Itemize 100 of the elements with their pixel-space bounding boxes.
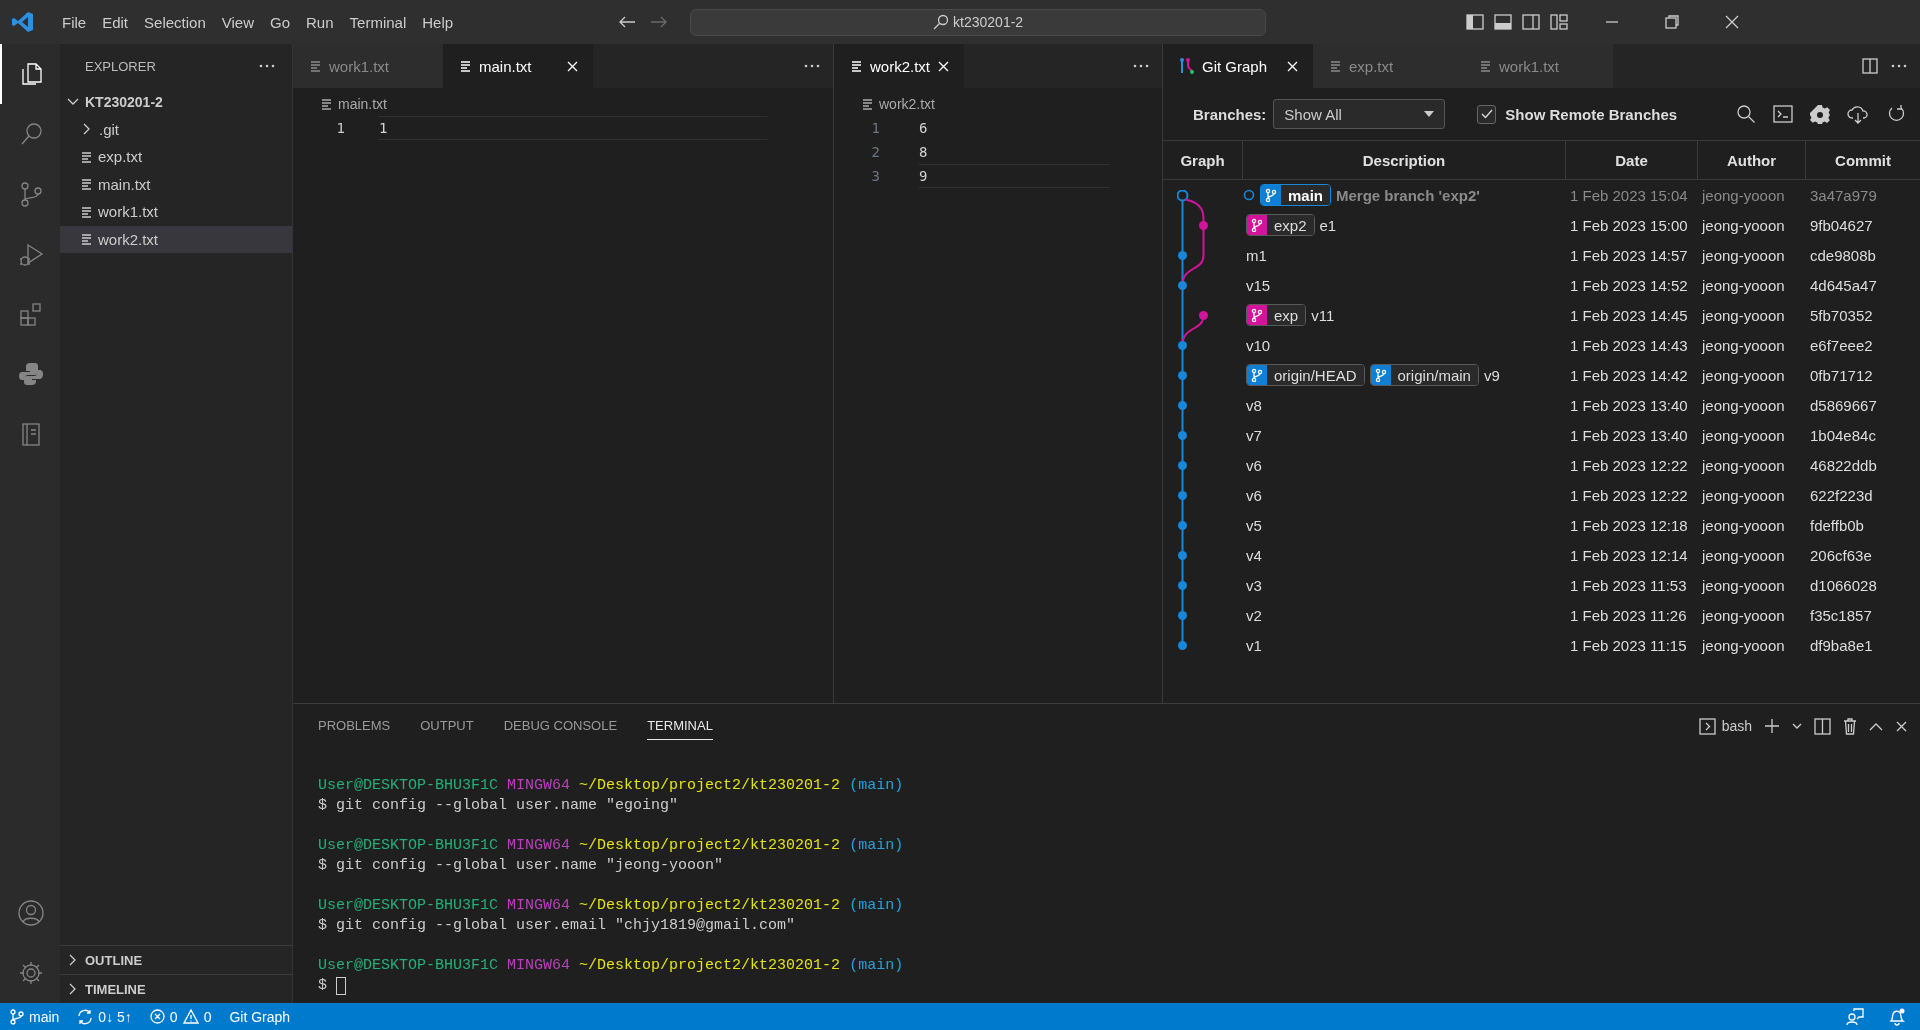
commit-node[interactable] [1177, 190, 1189, 202]
menu-item[interactable]: Terminal [341, 10, 415, 34]
commit-node[interactable] [1178, 611, 1187, 620]
commit-hash: e6f7eee2 [1809, 335, 1874, 356]
file-icon [80, 177, 93, 192]
commit-node[interactable] [1178, 461, 1187, 470]
panel-tab[interactable]: DEBUG CONSOLE [503, 712, 618, 740]
terminal-icon[interactable] [1773, 104, 1793, 124]
tree-item[interactable]: KT230201-2 [60, 88, 292, 116]
search-icon[interactable] [1736, 104, 1756, 124]
file-icon [80, 204, 93, 219]
split-editor-icon[interactable] [1862, 58, 1878, 74]
commit-node[interactable] [1178, 341, 1187, 350]
menu-item[interactable]: Edit [94, 10, 137, 34]
commit-message: v15 [1246, 276, 1271, 294]
tree-item[interactable]: work2.txt [60, 225, 292, 253]
trash-icon[interactable] [1843, 717, 1857, 735]
close-icon[interactable] [1895, 719, 1908, 733]
panel-tab[interactable]: TERMINAL [647, 712, 713, 740]
breadcrumb[interactable]: main.txt [338, 96, 387, 112]
section-header[interactable]: OUTLINE [60, 945, 292, 974]
commit-node[interactable] [1178, 401, 1187, 410]
commit-hash: 1b04e84c [1809, 425, 1877, 446]
editor-tab[interactable]: main.txt [443, 44, 593, 88]
branch-tag[interactable]: origin/main [1369, 364, 1479, 386]
chevron-down-icon[interactable] [1792, 723, 1802, 729]
menu-item[interactable]: Run [298, 10, 342, 34]
prompt-user: User@DESKTOP-BHU3F1C [318, 836, 499, 856]
checkbox[interactable] [1477, 104, 1497, 124]
editor-tab[interactable]: work1.txt [1463, 44, 1613, 88]
menu-item[interactable]: Go [262, 10, 298, 34]
menu-item[interactable]: Help [414, 10, 462, 34]
commit-node[interactable] [1178, 521, 1187, 530]
commit-hash: df9ba8e1 [1809, 635, 1874, 656]
commit-author: jeong-yooon [1700, 185, 1786, 206]
warning-count: 0 [203, 1008, 212, 1025]
sync-icon [77, 1008, 94, 1025]
status-item[interactable]: Git Graph [229, 1008, 291, 1025]
tree-item[interactable]: .git [60, 115, 292, 143]
commit-node[interactable] [1199, 311, 1208, 320]
branch-dropdown[interactable]: Show All [1273, 99, 1446, 129]
commit-node[interactable] [1178, 251, 1187, 260]
editor-tab[interactable]: work1.txt [293, 44, 443, 88]
menu-item[interactable]: File [54, 10, 95, 34]
forward-arrow-icon[interactable] [650, 15, 669, 29]
tree-item[interactable]: exp.txt [60, 143, 292, 171]
commit-message: v10 [1246, 336, 1271, 354]
restore-icon[interactable] [1664, 14, 1681, 30]
commit-date: 1 Feb 2023 14:43 [1569, 335, 1689, 356]
sync-status[interactable]: 0↓ 5↑ [77, 1008, 132, 1025]
plus-icon[interactable] [1764, 718, 1780, 734]
settings-icon[interactable] [1810, 104, 1830, 124]
file-icon [861, 97, 874, 111]
menu-item[interactable]: View [213, 10, 262, 34]
prompt-path: ~/Desktop/project2/kt230201-2 [579, 776, 841, 796]
branch-tag[interactable]: origin/HEAD [1246, 364, 1365, 386]
terminal-selector[interactable]: bash [1698, 717, 1752, 735]
commit-author: jeong-yooon [1700, 305, 1786, 326]
tree-item[interactable]: main.txt [60, 170, 292, 198]
prompt-path: ~/Desktop/project2/kt230201-2 [579, 956, 841, 976]
editor-tab[interactable]: work2.txt [834, 44, 964, 88]
feedback-icon[interactable] [1846, 1007, 1864, 1026]
commit-node[interactable] [1199, 221, 1208, 230]
branch-name: main [29, 1008, 60, 1025]
panel-toggle-icon[interactable] [1494, 14, 1513, 30]
split-icon[interactable] [1814, 717, 1831, 735]
commit-message: Merge branch 'exp2' [1336, 186, 1480, 204]
branch-tag[interactable]: main [1260, 184, 1331, 206]
layout-icon[interactable] [1550, 14, 1569, 30]
bell-icon[interactable] [1888, 1007, 1906, 1026]
close-icon[interactable] [1724, 14, 1741, 30]
commit-node[interactable] [1178, 431, 1187, 440]
panel-tab[interactable]: OUTPUT [420, 712, 474, 740]
breadcrumb[interactable]: work2.txt [879, 96, 935, 112]
editor-tab[interactable]: Git Graph [1163, 44, 1313, 88]
sidebar-toggle-icon[interactable] [1466, 14, 1485, 30]
back-arrow-icon[interactable] [618, 15, 637, 29]
commit-node[interactable] [1178, 371, 1187, 380]
branch-status[interactable]: main [10, 1008, 60, 1025]
commit-node[interactable] [1178, 281, 1187, 290]
commit-node[interactable] [1178, 581, 1187, 590]
commit-hash: f35c1857 [1809, 605, 1873, 626]
commit-node[interactable] [1178, 641, 1187, 650]
branch-tag[interactable]: exp2 [1246, 214, 1315, 236]
branch-tag[interactable]: exp [1246, 304, 1307, 326]
commit-date: 1 Feb 2023 14:42 [1569, 365, 1689, 386]
refresh-icon[interactable] [1886, 104, 1906, 124]
problems-status[interactable]: 0 0 [149, 1008, 212, 1025]
sidebar-title: EXPLORER [85, 58, 156, 74]
commit-date: 1 Feb 2023 12:18 [1569, 515, 1689, 536]
secondary-sidebar-icon[interactable] [1522, 14, 1541, 30]
command-center-search[interactable]: kt230201-2 [690, 8, 1267, 36]
chevron-up-icon[interactable] [1869, 721, 1883, 731]
commit-node[interactable] [1178, 491, 1187, 500]
tree-item[interactable]: work1.txt [60, 198, 292, 226]
cloud-download-icon[interactable] [1847, 104, 1869, 124]
panel-tab[interactable]: PROBLEMS [318, 712, 391, 740]
editor-tab[interactable]: exp.txt [1313, 44, 1463, 88]
commit-node[interactable] [1178, 551, 1187, 560]
menu-item[interactable]: Selection [136, 10, 214, 34]
